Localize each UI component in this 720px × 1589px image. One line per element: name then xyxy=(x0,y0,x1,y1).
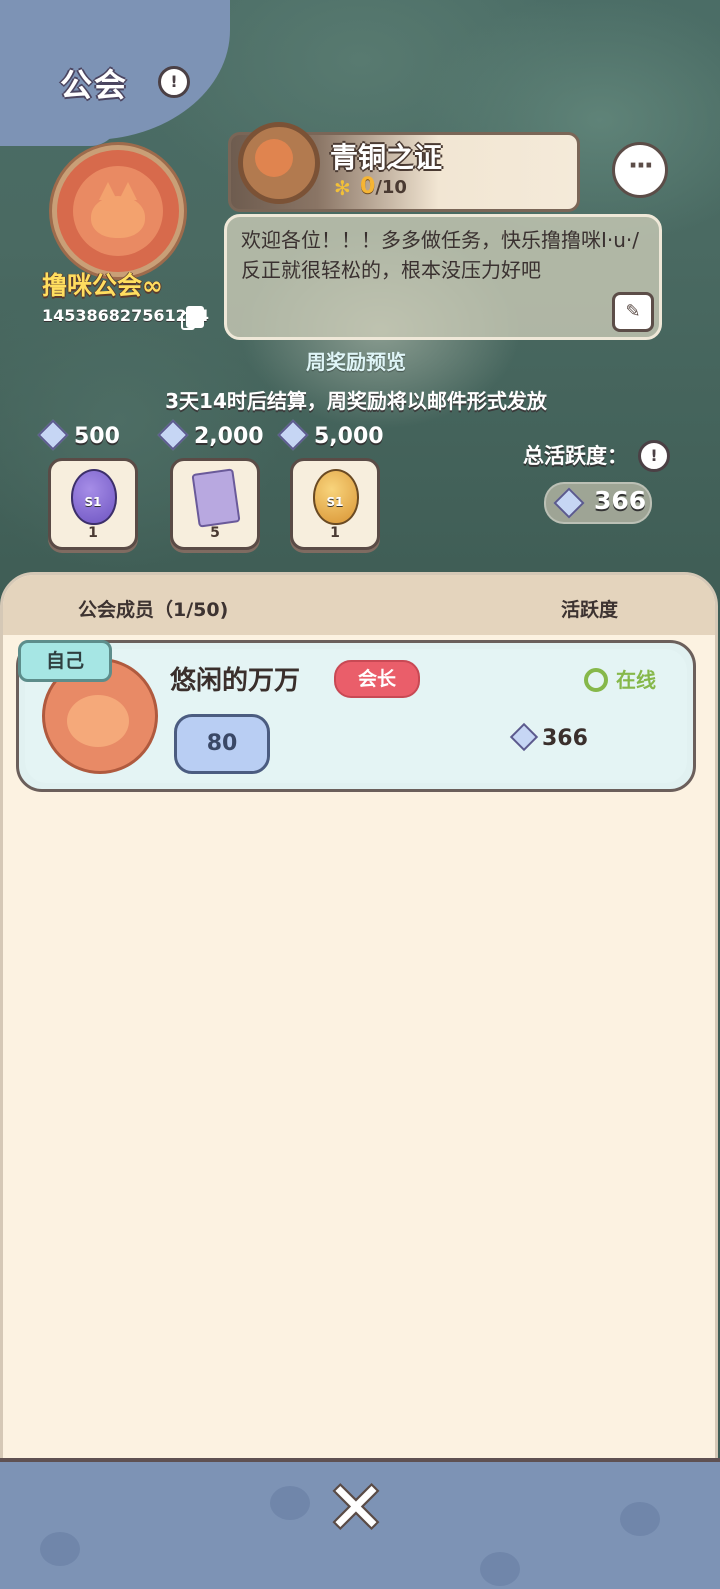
copy-icon[interactable] xyxy=(181,306,204,330)
total-activity-pill: 366 xyxy=(544,482,652,524)
activity-column-header: 活跃度 xyxy=(561,599,619,621)
tier-threshold: 5,000 xyxy=(277,419,384,454)
guild-emblem-icon xyxy=(73,166,163,256)
weekly-reward-desc: 3天14时后结算，周奖励将以邮件形式发放 xyxy=(165,389,547,413)
reward-badge: S1 xyxy=(326,495,344,509)
rank-title: 青铜之证 xyxy=(330,141,443,174)
tier-threshold: 2,000 xyxy=(157,419,264,454)
diamond-icon xyxy=(553,487,585,519)
level-badge: 80 xyxy=(174,714,270,774)
reward-count: 1 xyxy=(88,525,98,541)
members-count-header: 公会成员（1/50) xyxy=(78,599,229,621)
paw-print-icon xyxy=(40,1532,80,1566)
members-panel-header: 公会成员（1/50) 活跃度 xyxy=(3,575,715,635)
weekly-reward-title[interactable]: 周奖励预览 xyxy=(0,346,712,375)
paw-print-icon xyxy=(480,1552,520,1586)
tier-threshold: 500 xyxy=(37,419,120,454)
reward-count: 1 xyxy=(330,525,340,541)
guild-name: 撸咪公会∞ xyxy=(42,271,163,300)
online-status-icon xyxy=(584,668,608,692)
reward-card[interactable]: S1 1 xyxy=(290,458,380,550)
guild-notice: 欢迎各位！！！多多做任务，快乐撸撸咪I·u·/反正就很轻松的，根本没压力好吧 xyxy=(224,214,662,340)
info-icon[interactable]: ! xyxy=(158,66,190,98)
spark-icon: ✻ xyxy=(334,176,351,200)
rank-progress-total: /10 xyxy=(375,177,407,198)
edit-notice-button[interactable]: ✎ xyxy=(612,292,654,332)
paw-print-icon xyxy=(620,1502,660,1536)
bronze-medal-icon xyxy=(238,122,320,204)
member-activity: 366 xyxy=(509,722,588,752)
paw-print-icon xyxy=(270,1486,310,1520)
member-name: 悠闲的万万 xyxy=(170,666,301,696)
reward-count: 5 xyxy=(210,525,220,541)
online-status-text: 在线 xyxy=(616,668,656,692)
rank-progress: 0/10 xyxy=(360,174,407,199)
reward-card[interactable]: S1 1 xyxy=(48,458,138,550)
self-tag: 自己 xyxy=(18,640,112,682)
notice-text: 欢迎各位！！！多多做任务，快乐撸撸咪I·u·/反正就很轻松的，根本没压力好吧 xyxy=(241,228,640,282)
diamond-icon xyxy=(277,419,309,451)
role-badge: 会长 xyxy=(334,660,420,698)
close-button[interactable]: ✕ xyxy=(322,1473,390,1543)
total-activity-value: 366 xyxy=(594,486,647,515)
diamond-icon xyxy=(157,419,189,451)
reward-card[interactable]: 5 xyxy=(170,458,260,550)
total-activity-label: 总活跃度： xyxy=(523,444,628,468)
diamond-icon xyxy=(37,419,69,451)
rank-progress-current: 0 xyxy=(360,174,376,199)
diamond-icon xyxy=(509,722,539,752)
info-icon[interactable]: ! xyxy=(638,440,670,472)
more-options-button[interactable]: ··· xyxy=(612,142,668,198)
page-title: 公会 xyxy=(60,66,129,104)
guild-badge[interactable] xyxy=(52,145,184,277)
fox-icon xyxy=(91,182,145,238)
reward-badge: S1 xyxy=(84,495,102,509)
card-pack-icon xyxy=(191,468,241,528)
